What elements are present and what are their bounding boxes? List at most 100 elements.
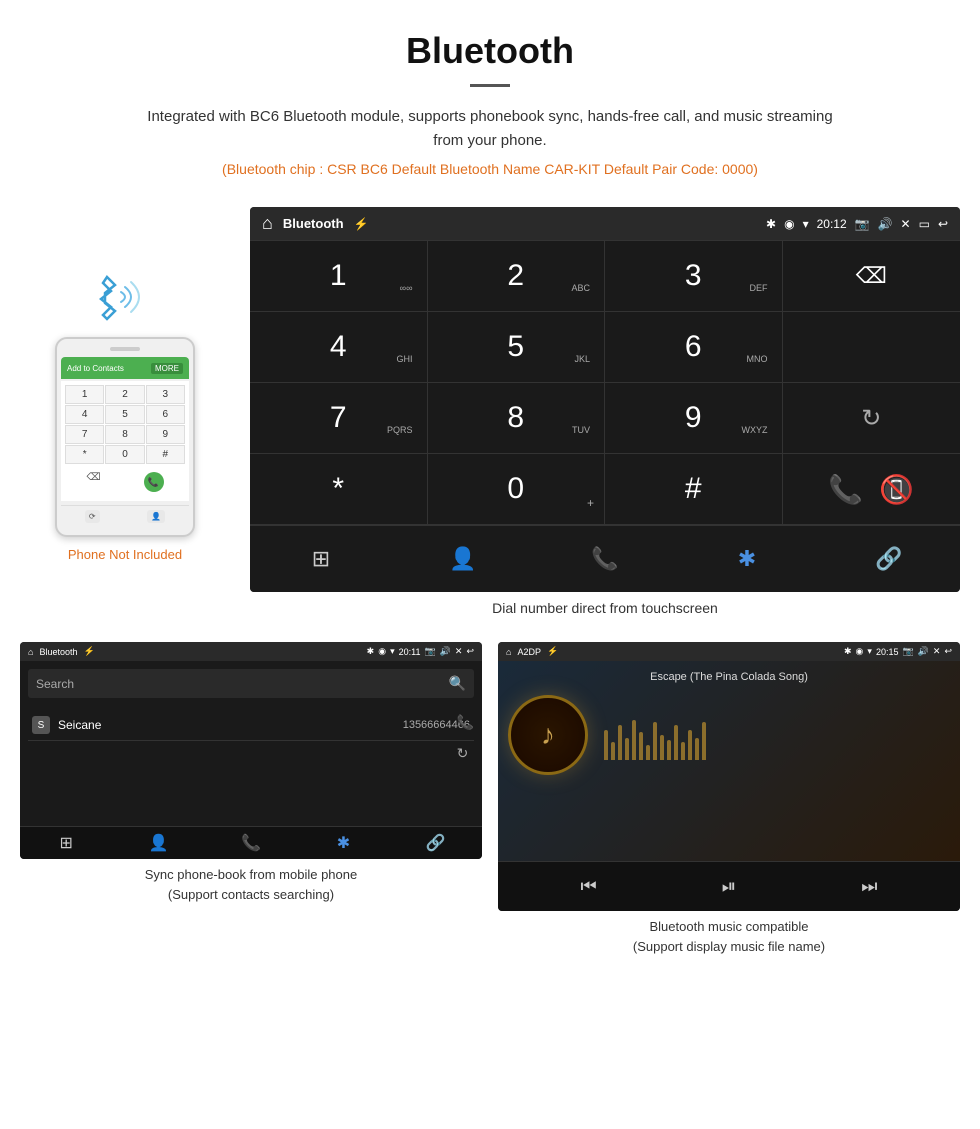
music-status-left: ⌂ A2DP ⚡ (506, 646, 558, 657)
pb-status-right: ✱ ◉ ▾ 20:11 📷 🔊 ✕ ↩ (367, 646, 474, 657)
dial-key-6[interactable]: 6 MNO (605, 312, 783, 383)
back-icon[interactable]: ↩ (938, 217, 948, 231)
dial-key-hash[interactable]: # (605, 454, 783, 525)
dial-key-4[interactable]: 4 GHI (250, 312, 428, 383)
music-close-icon[interactable]: ✕ (933, 646, 941, 657)
phone-key-9[interactable]: 9 (146, 425, 185, 444)
link-button[interactable]: 🔗 (818, 538, 960, 580)
pb-keypad-btn[interactable]: ⊞ (20, 833, 112, 853)
play-pause-button[interactable]: ⏯ (710, 872, 748, 901)
phone-recent-button[interactable]: ⟳ (85, 510, 100, 523)
phone-key-1[interactable]: 1 (65, 385, 104, 404)
pb-link-btn[interactable]: 🔗 (390, 833, 482, 853)
prev-track-button[interactable]: ⏮ (569, 872, 609, 901)
phone-call-button[interactable]: 📞 (144, 472, 164, 492)
phone-key-2[interactable]: 2 (105, 385, 144, 404)
eq-bar (618, 725, 622, 760)
phonebook-caption: Sync phone-book from mobile phone(Suppor… (20, 865, 482, 904)
dial-key-2[interactable]: 2 ABC (428, 241, 606, 312)
music-back-icon[interactable]: ↩ (944, 646, 952, 657)
phone-key-hash[interactable]: # (146, 445, 185, 464)
eq-bar (674, 725, 678, 760)
dial-key-star[interactable]: * (250, 454, 428, 525)
phone-key-8[interactable]: 8 (105, 425, 144, 444)
phone-key-4[interactable]: 4 (65, 405, 104, 424)
dial-key-8[interactable]: 8 TUV (428, 383, 606, 454)
pb-time: 20:11 (399, 647, 421, 657)
person-icon: 👤 (449, 546, 476, 572)
phone-key-7[interactable]: 7 (65, 425, 104, 444)
music-panel: ⌂ A2DP ⚡ ✱ ◉ ▾ 20:15 📷 🔊 ✕ ↩ Escape (The (498, 642, 960, 956)
phone-key-star[interactable]: * (65, 445, 104, 464)
home-icon[interactable]: ⌂ (262, 213, 273, 234)
album-art: ♪ (508, 695, 588, 775)
dial-key-9[interactable]: 9 WXYZ (605, 383, 783, 454)
usb-icon: ⚡ (354, 217, 369, 231)
phone-icon: 📞 (591, 546, 618, 572)
pb-usb-icon: ⚡ (83, 646, 94, 657)
pb-phone-side-icon[interactable]: 📞 (457, 714, 474, 731)
phone-contacts-button[interactable]: 👤 (147, 510, 165, 523)
phone-action-row: ⌫ 📞 (65, 468, 185, 496)
eq-bar (660, 735, 664, 760)
location-icon: ◉ (784, 217, 794, 231)
dial-key-1[interactable]: 1 ∞∞ (250, 241, 428, 312)
phone-speaker (110, 347, 140, 351)
pb-bt-btn[interactable]: ✱ (297, 833, 389, 853)
pb-back-icon[interactable]: ↩ (466, 646, 474, 657)
eq-bar (625, 738, 629, 760)
dial-key-5[interactable]: 5 JKL (428, 312, 606, 383)
eq-bar (688, 730, 692, 760)
eq-bar (646, 745, 650, 760)
phone-key-6[interactable]: 6 (146, 405, 185, 424)
eq-bar (611, 742, 615, 760)
phone-more-button[interactable]: MORE (151, 363, 183, 374)
app-name-label: Bluetooth (283, 216, 344, 231)
dial-key-7[interactable]: 7 PQRS (250, 383, 428, 454)
pb-person-btn[interactable]: 👤 (112, 833, 204, 853)
contact-row-seicane[interactable]: S Seicane 13566664466 (28, 710, 474, 741)
call-green-icon[interactable]: 📞 (828, 473, 863, 506)
music-home-icon: ⌂ (506, 647, 511, 657)
bottom-action-bar: ⊞ 👤 📞 ✱ 🔗 (250, 525, 960, 592)
phone-top-bar: Add to Contacts MORE (61, 357, 189, 379)
bluetooth-wave-svg (85, 267, 165, 327)
music-caption: Bluetooth music compatible(Support displ… (498, 917, 960, 956)
contact-avatar: S (32, 716, 50, 734)
dial-key-3[interactable]: 3 DEF (605, 241, 783, 312)
music-loc-icon: ◉ (856, 646, 864, 657)
pb-calls-btn[interactable]: 📞 (205, 833, 297, 853)
pb-close-icon[interactable]: ✕ (455, 646, 463, 657)
dial-refresh-cell[interactable]: ↻ (783, 383, 961, 454)
calls-button[interactable]: 📞 (534, 538, 676, 580)
phonebook-search-bar[interactable]: Search 🔍 (28, 669, 474, 698)
pb-loc-icon: ◉ (378, 646, 386, 657)
contact-name: Seicane (58, 718, 403, 732)
phone-key-5[interactable]: 5 (105, 405, 144, 424)
bluetooth-button[interactable]: ✱ (676, 538, 818, 580)
music-camera-icon: 📷 (902, 646, 913, 657)
title-divider (470, 84, 510, 87)
main-content: Add to Contacts MORE 1 2 3 4 5 6 7 8 9 *… (0, 207, 980, 632)
backspace-icon: ⌫ (856, 263, 887, 289)
car-status-bar: ⌂ Bluetooth ⚡ ✱ ◉ ▾ 20:12 📷 🔊 ✕ ▭ ↩ (250, 207, 960, 240)
phone-section: Add to Contacts MORE 1 2 3 4 5 6 7 8 9 *… (20, 207, 230, 632)
dial-key-0[interactable]: 0 + (428, 454, 606, 525)
contacts-button[interactable]: 👤 (392, 538, 534, 580)
music-body: Escape (The Pina Colada Song) ♪ (498, 661, 960, 861)
eq-bar (604, 730, 608, 760)
dial-backspace-cell[interactable]: ⌫ (783, 241, 961, 312)
call-red-icon[interactable]: 📵 (879, 473, 914, 506)
music-status-bar: ⌂ A2DP ⚡ ✱ ◉ ▾ 20:15 📷 🔊 ✕ ↩ (498, 642, 960, 661)
dial-call-cells: 📞 📵 (783, 454, 961, 525)
pb-refresh-side-icon[interactable]: ↻ (457, 745, 474, 762)
phonebook-body: S Seicane 13566664466 📞 ↻ (20, 706, 482, 826)
close-icon[interactable]: ✕ (901, 217, 911, 231)
search-icon: 🔍 (449, 675, 466, 692)
phone-key-3[interactable]: 3 (146, 385, 185, 404)
dial-empty-r2 (783, 312, 961, 383)
refresh-icon: ↻ (861, 404, 881, 433)
phone-key-0[interactable]: 0 (105, 445, 144, 464)
keypad-button[interactable]: ⊞ (250, 538, 392, 580)
next-track-button[interactable]: ⏭ (849, 872, 889, 901)
